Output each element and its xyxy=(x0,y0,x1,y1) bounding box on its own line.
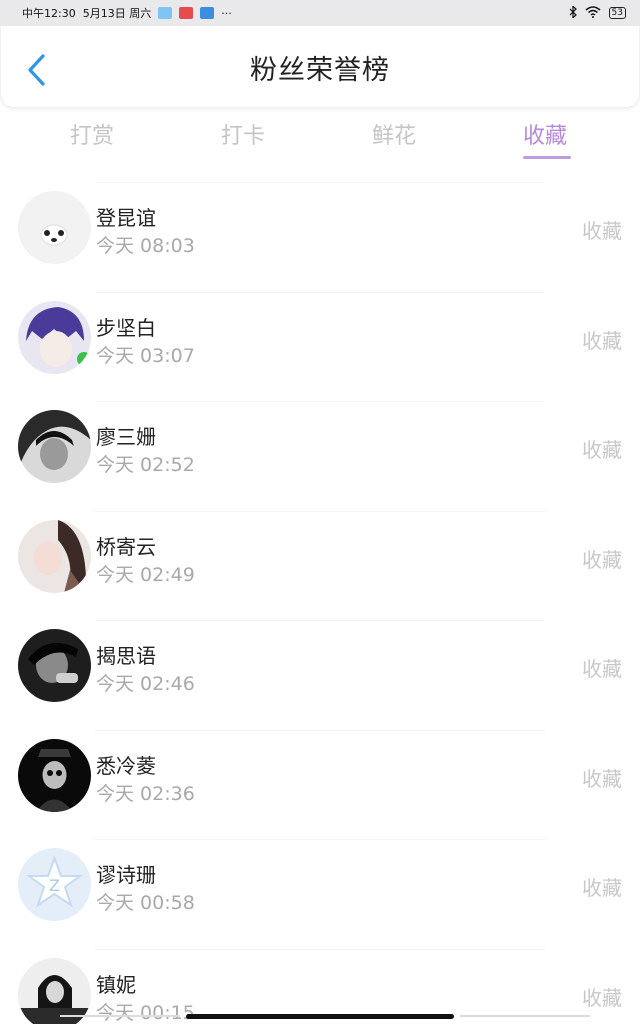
avatar xyxy=(18,738,91,812)
fan-time: 今天 02:46 xyxy=(96,673,195,695)
more-notifications: ··· xyxy=(221,6,232,20)
status-date: 5月13日 周六 xyxy=(82,7,152,20)
status-right: 53 xyxy=(569,4,626,21)
list-item[interactable]: 悉冷菱 今天 02:36 收藏 xyxy=(0,729,640,840)
avatar xyxy=(18,629,91,702)
favorite-label: 收藏 xyxy=(582,547,622,572)
fan-name: 谬诗珊 xyxy=(96,863,156,887)
list-item[interactable]: 揭思语 今天 02:46 收藏 xyxy=(0,620,640,730)
app-notification-icon xyxy=(158,7,173,19)
fan-name: 桥寄云 xyxy=(96,534,156,559)
fan-time: 今天 03:07 xyxy=(96,344,195,367)
status-bar: 中午12:30 5月13日 周六 ··· 53 xyxy=(0,0,640,26)
page-title: 粉丝荣誉榜 xyxy=(250,55,390,86)
fan-name: 镇妮 xyxy=(96,972,136,997)
tab-flowers[interactable]: 鲜花 xyxy=(372,118,416,150)
fan-name: 登昆谊 xyxy=(96,206,156,230)
fan-time: 今天 02:36 xyxy=(96,782,195,805)
avatar xyxy=(18,519,91,593)
fan-name: 步坚白 xyxy=(96,315,156,340)
fan-name: 廖三姗 xyxy=(96,425,156,449)
avatar xyxy=(18,410,91,483)
tab-reward[interactable]: 打赏 xyxy=(70,118,114,150)
home-indicator[interactable] xyxy=(186,1014,454,1019)
header: 粉丝荣誉榜 xyxy=(0,26,640,108)
avatar xyxy=(18,300,91,374)
list-item[interactable]: Z 谬诗珊 今天 00:58 收藏 xyxy=(0,839,640,949)
avatar xyxy=(18,191,91,264)
fan-time: 今天 02:49 xyxy=(96,563,195,586)
bottom-divider xyxy=(60,1015,180,1017)
active-tab-indicator xyxy=(523,156,571,159)
svg-text:Z: Z xyxy=(49,876,60,895)
wifi-icon xyxy=(585,5,601,21)
fan-time: 今天 00:58 xyxy=(96,892,195,914)
tab-checkin[interactable]: 打卡 xyxy=(221,118,265,150)
app-notification-icon xyxy=(179,7,194,19)
favorite-label: 收藏 xyxy=(582,219,622,243)
app-notification-icon xyxy=(200,7,215,19)
list-item[interactable]: 步坚白 今天 03:07 收藏 xyxy=(0,291,640,402)
list-item[interactable]: 廖三姗 今天 02:52 收藏 xyxy=(0,401,640,511)
list-item[interactable]: 镇妮 今天 00:15 收藏 xyxy=(0,948,640,1024)
list-item[interactable]: 桥寄云 今天 02:49 收藏 xyxy=(0,510,640,621)
fan-list: 登昆谊 今天 08:03 收藏 步坚白 今天 03:07 收藏 廖三姗 今天 0… xyxy=(0,182,640,1024)
fan-name: 悉冷菱 xyxy=(96,753,156,778)
favorite-label: 收藏 xyxy=(582,876,622,900)
fan-time: 今天 02:52 xyxy=(96,454,195,476)
list-item[interactable]: 登昆谊 今天 08:03 收藏 xyxy=(0,182,640,292)
favorite-label: 收藏 xyxy=(582,766,622,791)
avatar: Z xyxy=(18,848,91,921)
bottom-divider xyxy=(460,1015,590,1017)
fan-time: 今天 00:15 xyxy=(96,1001,195,1024)
favorite-label: 收藏 xyxy=(582,657,622,681)
favorite-label: 收藏 xyxy=(582,985,622,1010)
favorite-label: 收藏 xyxy=(582,438,622,462)
status-left: 中午12:30 5月13日 周六 ··· xyxy=(22,5,232,21)
battery-icon: 53 xyxy=(608,7,626,19)
status-time: 中午12:30 xyxy=(22,7,76,20)
favorite-label: 收藏 xyxy=(582,328,622,353)
fan-time: 今天 08:03 xyxy=(96,235,195,257)
fan-name: 揭思语 xyxy=(96,644,156,668)
tab-favorites[interactable]: 收藏 xyxy=(523,118,567,150)
bluetooth-icon xyxy=(569,4,577,21)
